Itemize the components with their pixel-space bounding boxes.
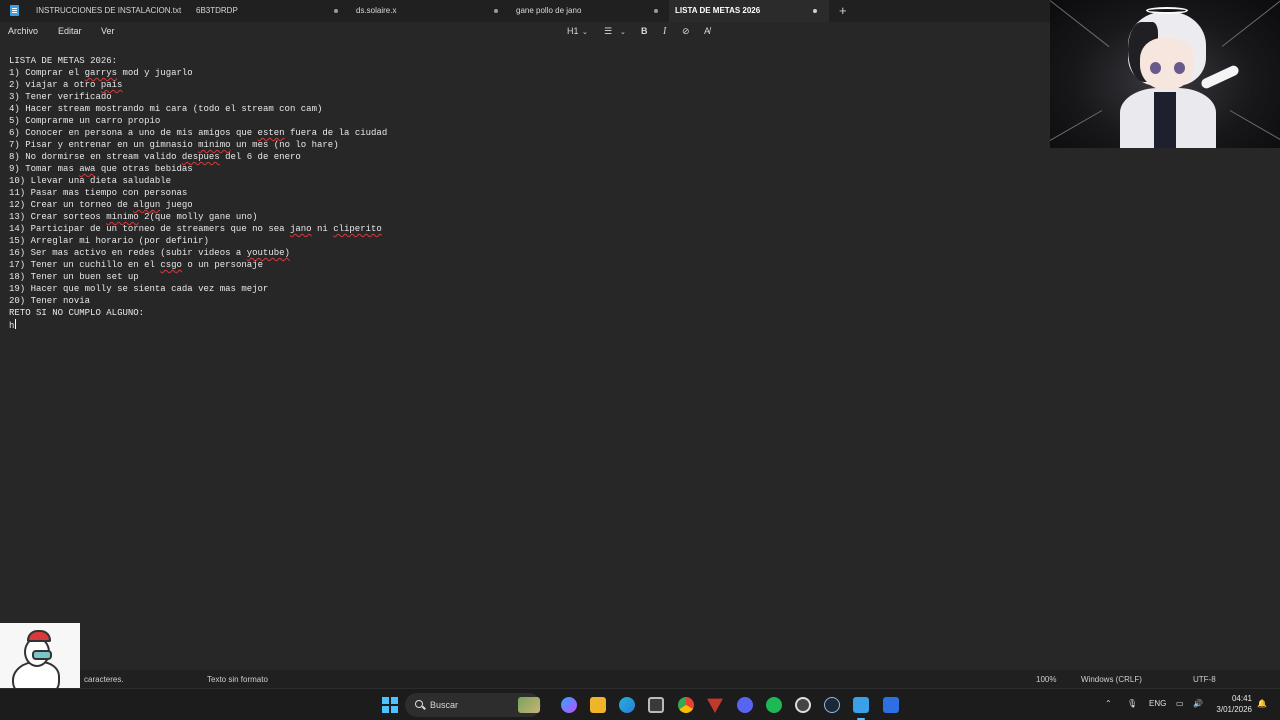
document-line: 1) Comprar el garrys mod y jugarlo — [9, 68, 193, 78]
menu-ver[interactable]: Ver — [101, 26, 115, 36]
clear-formatting-icon[interactable]: A̸ — [704, 26, 710, 36]
chevron-up-icon[interactable]: ⌃ — [1105, 699, 1112, 708]
document-line: 14) Participar de un torneo de streamers… — [9, 224, 382, 234]
notepad-icon — [10, 5, 19, 16]
document-line: 3) Tener verificado — [9, 92, 112, 102]
document-line: 16) Ser mas activo en redes (subir video… — [9, 248, 290, 258]
clock-date: 3/01/2026 — [1216, 705, 1252, 714]
system-clock[interactable]: 04:41 3/01/2026 — [1212, 693, 1252, 715]
tab-gane-pollo[interactable]: gane pollo de jano — [510, 0, 666, 22]
document-line: 12) Crear un torneo de algun juego — [9, 200, 193, 210]
unsaved-dot-icon — [654, 9, 658, 13]
encoding[interactable]: UTF-8 — [1193, 675, 1216, 684]
microphone-icon[interactable]: 🎙 — [1127, 699, 1137, 708]
notepad-taskbar-icon[interactable] — [853, 697, 869, 713]
list-icon[interactable]: ☰ — [604, 26, 612, 37]
new-tab-button[interactable]: + — [839, 3, 847, 19]
spotify-icon[interactable] — [766, 697, 782, 713]
document-line: 7) Pisar y entrenar en un gimnasio minim… — [9, 140, 339, 150]
tab-label: ds.solaire.x — [356, 6, 397, 15]
tab-label: gane pollo de jano — [516, 6, 582, 15]
unsaved-dot-icon — [334, 9, 338, 13]
unsaved-dot-icon — [813, 9, 817, 13]
bold-button[interactable]: B — [641, 26, 648, 36]
obs-icon[interactable] — [795, 697, 811, 713]
webcam-avatar-overlay — [1050, 0, 1280, 148]
zoom-level[interactable]: 100% — [1036, 675, 1056, 684]
valorant-icon[interactable] — [707, 698, 723, 713]
document-line: 19) Hacer que molly se sienta cada vez m… — [9, 284, 269, 294]
status-bar: caracteres. Texto sin formato 100% Windo… — [0, 670, 1280, 688]
document-line: 9) Tomar mas awa que otras bebidas — [9, 164, 193, 174]
format-indicator: Texto sin formato — [207, 675, 268, 684]
document-line: 20) Tener novia — [9, 296, 91, 306]
search-placeholder: Buscar — [430, 700, 459, 710]
volume-icon[interactable]: 🔊 — [1193, 699, 1203, 708]
file-explorer-icon[interactable] — [590, 697, 606, 713]
document-line: 4) Hacer stream mostrando mi cara (todo … — [9, 104, 323, 114]
chevron-down-icon[interactable]: ⌄ — [582, 28, 588, 36]
language-indicator[interactable]: ENG — [1149, 699, 1166, 708]
character-count: caracteres. — [84, 675, 124, 684]
document-line: 5) Comprarme un carro propio — [9, 116, 161, 126]
notifications-icon[interactable]: 🔔 — [1257, 699, 1267, 708]
unsaved-dot-icon — [494, 9, 498, 13]
document-line: 17) Tener un cuchillo en el csgo o un pe… — [9, 260, 263, 270]
document-line: LISTA DE METAS 2026: — [9, 56, 118, 66]
microsoft-store-icon[interactable] — [648, 697, 664, 713]
app-icon[interactable] — [883, 697, 899, 713]
document-line: 2) viajar a otro pais — [9, 80, 123, 90]
tab-label: 6B3TDRDP — [196, 6, 238, 15]
tab-label: INSTRUCCIONES DE INSTALACION.txt — [36, 6, 182, 15]
copilot-icon[interactable] — [561, 697, 577, 713]
document-line: 18) Tener un buen set up — [9, 272, 139, 282]
steam-icon[interactable] — [824, 697, 840, 713]
network-icon[interactable]: ▭ — [1176, 699, 1184, 708]
document-line: h — [9, 319, 17, 331]
search-icon — [415, 700, 423, 708]
text-editor[interactable]: LISTA DE METAS 2026: 1) Comprar el garrys… — [9, 55, 387, 331]
clock-time: 04:41 — [1231, 694, 1252, 703]
tab-lista-de-metas[interactable]: LISTA DE METAS 2026 — [669, 0, 829, 22]
document-line: 8) No dormirse en stream valido despues … — [9, 152, 301, 162]
chrome-icon[interactable] — [678, 697, 694, 713]
taskbar: Buscar ⌃ 🎙 ENG ▭ 🔊 04:41 3/01/2026 🔔 — [0, 688, 1280, 720]
document-line: RETO SI NO CUMPLO ALGUNO: — [9, 308, 145, 318]
tab-label: LISTA DE METAS 2026 — [675, 6, 761, 15]
discord-icon[interactable] — [737, 697, 753, 713]
document-line: 10) Llevar una dieta saludable — [9, 176, 172, 186]
tab-instrucciones[interactable]: INSTRUCCIONES DE INSTALACION.txt — [30, 0, 182, 22]
edge-icon[interactable] — [619, 697, 635, 713]
document-line: 6) Conocer en persona a uno de mis amigo… — [9, 128, 388, 138]
menu-editar[interactable]: Editar — [58, 26, 82, 36]
line-ending[interactable]: Windows (CRLF) — [1081, 675, 1142, 684]
menu-archivo[interactable]: Archivo — [8, 26, 38, 36]
link-icon[interactable]: ⊘ — [682, 26, 690, 37]
document-line: 11) Pasar mas tiempo con personas — [9, 188, 188, 198]
tab-ds-solaire[interactable]: ds.solaire.x — [350, 0, 506, 22]
tab-6b3tdrdp[interactable]: 6B3TDRDP — [190, 0, 346, 22]
heading-dropdown[interactable]: H1 — [567, 26, 579, 36]
chevron-down-icon[interactable]: ⌄ — [620, 28, 626, 36]
italic-button[interactable]: I — [663, 26, 666, 37]
widgets-icon[interactable] — [518, 697, 540, 713]
document-line: 13) Crear sorteos minimo 2(que molly gan… — [9, 212, 258, 222]
start-button[interactable] — [382, 697, 398, 713]
text-cursor — [15, 319, 17, 329]
document-line: 15) Arreglar mi horario (por definir) — [9, 236, 209, 246]
